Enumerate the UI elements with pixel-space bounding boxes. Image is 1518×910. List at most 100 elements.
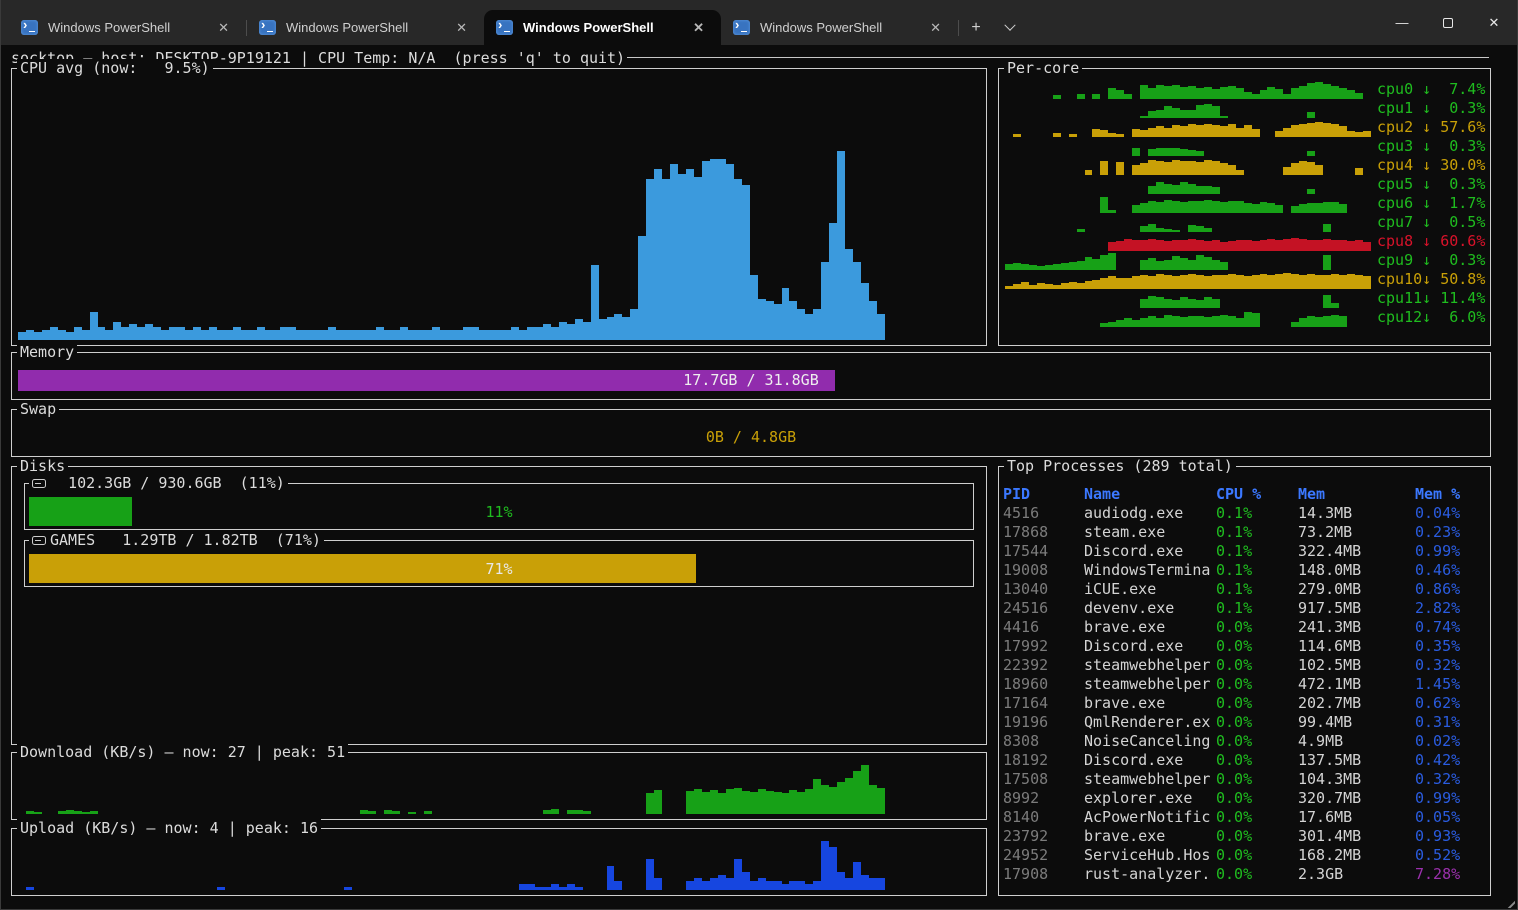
cpu8-label: cpu8 ↓ 60.6% [1377, 232, 1486, 251]
process-cell: 2.82% [1415, 599, 1488, 618]
column-header[interactable]: CPU % [1216, 485, 1298, 504]
terminal-content: socktop — host: DESKTOP-9P19121 | CPU Te… [1, 45, 1517, 909]
tab-dropdown-button[interactable] [993, 10, 1027, 45]
process-cell: 18960 [1003, 675, 1084, 694]
process-cell: devenv.exe [1084, 599, 1216, 618]
download-panel: Download (KB/s) — now: 27 | peak: 51 [11, 752, 987, 820]
process-cell: 0.1% [1216, 542, 1298, 561]
cpu-avg-title: CPU avg (now: 9.5%) [17, 59, 213, 78]
process-cell: 18192 [1003, 751, 1084, 770]
resize-grip-icon[interactable] [1503, 896, 1515, 908]
process-cell: Discord.exe [1084, 637, 1216, 656]
process-cell: 24516 [1003, 599, 1084, 618]
process-cell: 168.2MB [1298, 846, 1415, 865]
cpu6-label: cpu6 ↓ 1.7% [1377, 194, 1486, 213]
process-cell: 4.9MB [1298, 732, 1415, 751]
process-cell: 17908 [1003, 865, 1084, 884]
process-row: 8308NoiseCanceling0.0%4.9MB0.02% [1003, 732, 1488, 751]
tab-0[interactable]: Windows PowerShell✕ [9, 10, 246, 45]
maximize-icon [1443, 18, 1453, 28]
process-cell: 0.52% [1415, 846, 1488, 865]
tab-close-button[interactable]: ✕ [449, 18, 474, 38]
process-cell: 0.46% [1415, 561, 1488, 580]
tab-close-button[interactable]: ✕ [686, 18, 711, 38]
process-row: 22392steamwebhelper0.0%102.5MB0.32% [1003, 656, 1488, 675]
maximize-button[interactable] [1425, 0, 1471, 45]
cpu0-label: cpu0 ↓ 7.4% [1377, 80, 1486, 99]
process-cell: 17164 [1003, 694, 1084, 713]
process-cell: 0.1% [1216, 523, 1298, 542]
tab-1[interactable]: Windows PowerShell✕ [247, 10, 484, 45]
tab-title: Windows PowerShell [286, 20, 449, 35]
process-cell: 0.0% [1216, 770, 1298, 789]
powershell-icon [21, 20, 38, 35]
process-cell: 0.23% [1415, 523, 1488, 542]
memory-panel: Memory 17.7GB / 31.8GB [11, 352, 1491, 400]
process-cell: 917.5MB [1298, 599, 1415, 618]
process-cell: 8308 [1003, 732, 1084, 751]
process-cell: 320.7MB [1298, 789, 1415, 808]
core-row-cpu10: cpu10↓ 50.8% [1005, 270, 1486, 289]
process-cell: brave.exe [1084, 694, 1216, 713]
process-cell: 0.74% [1415, 618, 1488, 637]
cpu1-sparkline [1005, 101, 1371, 118]
cpu12-sparkline [1005, 310, 1371, 327]
column-header[interactable]: Name [1084, 485, 1216, 504]
close-button[interactable]: ✕ [1471, 0, 1517, 45]
process-cell: steamwebhelper [1084, 770, 1216, 789]
tab-2[interactable]: Windows PowerShell✕ [484, 10, 721, 45]
core-row-cpu1: cpu1 ↓ 0.3% [1005, 99, 1486, 118]
powershell-icon [496, 20, 513, 35]
process-cell: 17508 [1003, 770, 1084, 789]
disk-usage-text: 102.3GB / 930.6GB (11%) [50, 474, 285, 493]
powershell-icon [259, 20, 276, 35]
process-cell: iCUE.exe [1084, 580, 1216, 599]
disk-title-0: 102.3GB / 930.6GB (11%) [29, 474, 288, 493]
process-table-header: PIDNameCPU %MemMem % [1003, 485, 1488, 504]
memory-gauge: 17.7GB / 31.8GB [18, 370, 1484, 391]
core-row-cpu12: cpu12↓ 6.0% [1005, 308, 1486, 327]
process-row: 4516audiodg.exe0.1%14.3MB0.04% [1003, 504, 1488, 523]
process-cell: 0.04% [1415, 504, 1488, 523]
process-row: 8140AcPowerNotific0.0%17.6MB0.05% [1003, 808, 1488, 827]
minimize-button[interactable]: — [1379, 0, 1425, 45]
core-row-cpu6: cpu6 ↓ 1.7% [1005, 194, 1486, 213]
process-row: 18960steamwebhelper0.0%472.1MB1.45% [1003, 675, 1488, 694]
new-tab-button[interactable]: + [959, 10, 993, 45]
cpu-avg-chart [18, 81, 980, 340]
column-header[interactable]: Mem % [1415, 485, 1488, 504]
process-cell: 0.0% [1216, 789, 1298, 808]
process-cell: 0.31% [1415, 713, 1488, 732]
process-cell: Discord.exe [1084, 542, 1216, 561]
powershell-icon [733, 20, 750, 35]
process-cell: 17868 [1003, 523, 1084, 542]
disk-gauge-0: 11% [29, 497, 969, 526]
tab-close-button[interactable]: ✕ [211, 18, 236, 38]
column-header[interactable]: Mem [1298, 485, 1415, 504]
process-cell: AcPowerNotific [1084, 808, 1216, 827]
tab-close-button[interactable]: ✕ [923, 18, 948, 38]
cpu11-sparkline [1005, 291, 1371, 308]
cpu9-sparkline [1005, 253, 1371, 270]
process-cell: 22392 [1003, 656, 1084, 675]
process-cell: 1.45% [1415, 675, 1488, 694]
core-row-cpu2: cpu2 ↓ 57.6% [1005, 118, 1486, 137]
process-cell: 24952 [1003, 846, 1084, 865]
core-row-cpu5: cpu5 ↓ 0.3% [1005, 175, 1486, 194]
process-cell: 0.02% [1415, 732, 1488, 751]
process-row: 17544Discord.exe0.1%322.4MB0.99% [1003, 542, 1488, 561]
disk-drive-icon [32, 479, 46, 488]
column-header[interactable]: PID [1003, 485, 1084, 504]
process-cell: 8140 [1003, 808, 1084, 827]
titlebar: Windows PowerShell✕Windows PowerShell✕Wi… [1, 0, 1517, 45]
cpu0-sparkline [1005, 82, 1371, 99]
process-cell: brave.exe [1084, 827, 1216, 846]
tab-3[interactable]: Windows PowerShell✕ [721, 10, 958, 45]
process-cell: 0.99% [1415, 789, 1488, 808]
process-cell: 0.0% [1216, 675, 1298, 694]
process-cell: 301.4MB [1298, 827, 1415, 846]
process-cell: 0.0% [1216, 618, 1298, 637]
cpu2-label: cpu2 ↓ 57.6% [1377, 118, 1486, 137]
cpu1-label: cpu1 ↓ 0.3% [1377, 99, 1486, 118]
swap-panel: Swap 0B / 4.8GB [11, 409, 1491, 457]
